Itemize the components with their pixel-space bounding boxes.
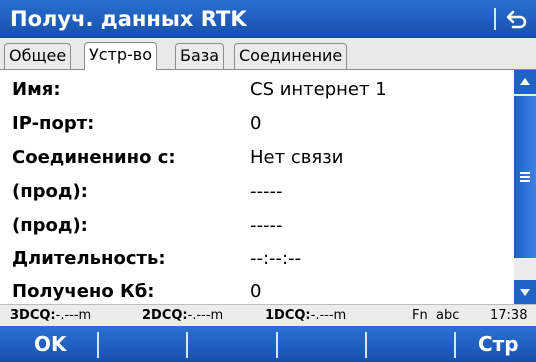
- arrow-up-icon: [520, 78, 530, 85]
- dcq1-indicator: 1DCQ:-.---m: [265, 306, 346, 326]
- field-value: 0: [250, 113, 262, 134]
- dcq3-value: -.---m: [55, 308, 92, 323]
- field-value: --:--:--: [250, 248, 302, 269]
- field-row-connected-to: Соединенино с: Нет связи: [0, 142, 514, 174]
- scroll-down-button[interactable]: [514, 280, 536, 304]
- field-row-duration: Длительность: --:--:--: [0, 243, 514, 275]
- field-label: (прод):: [12, 181, 88, 202]
- softkey-divider: [454, 332, 456, 358]
- arrow-down-icon: [520, 289, 530, 296]
- dcq2-label: 2DCQ:: [142, 308, 188, 323]
- grip-line: [520, 176, 530, 178]
- field-label: Длительность:: [12, 248, 166, 269]
- tab-device[interactable]: Устр-во: [84, 42, 158, 70]
- dcq2-value: -.---m: [187, 308, 224, 323]
- softkey-divider: [365, 332, 367, 358]
- status-bar: 3DCQ:-.---m 2DCQ:-.---m 1DCQ:-.---m Fn a…: [0, 304, 536, 326]
- field-label: IP-порт:: [12, 113, 95, 134]
- field-label: (прод):: [12, 215, 88, 236]
- field-value: 0: [250, 281, 262, 302]
- vertical-scrollbar[interactable]: [514, 70, 536, 304]
- field-row-cont-1: (прод): -----: [0, 176, 514, 208]
- field-value: CS интернет 1: [250, 79, 387, 100]
- tab-base[interactable]: База: [175, 43, 225, 69]
- details-panel: Имя: CS интернет 1 IP-порт: 0 Соединенин…: [0, 70, 514, 304]
- field-label: Получено Кб:: [12, 281, 155, 302]
- return-arrow-icon[interactable]: [505, 8, 529, 30]
- field-row-ip-port: IP-порт: 0: [0, 108, 514, 140]
- field-row-cont-2: (прод): -----: [0, 210, 514, 242]
- title-divider: [494, 8, 496, 30]
- dcq1-label: 1DCQ:: [265, 308, 311, 323]
- grip-line: [520, 172, 530, 174]
- field-label: Имя:: [12, 79, 61, 100]
- field-value: Нет связи: [250, 147, 344, 168]
- scroll-up-button[interactable]: [514, 70, 536, 94]
- field-value: -----: [250, 215, 283, 236]
- page-button[interactable]: Стр: [478, 326, 519, 362]
- dcq3-indicator: 3DCQ:-.---m: [10, 306, 91, 326]
- field-label: Соединенино с:: [12, 147, 176, 168]
- dcq2-indicator: 2DCQ:-.---m: [142, 306, 223, 326]
- dcq1-value: -.---m: [310, 308, 347, 323]
- softkey-divider: [97, 332, 99, 358]
- grip-line: [520, 180, 530, 182]
- field-value: -----: [250, 181, 283, 202]
- tab-connection[interactable]: Соединение: [234, 43, 348, 69]
- softkey-divider: [186, 332, 188, 358]
- tab-general[interactable]: Общее: [4, 43, 72, 69]
- ok-button[interactable]: OK: [34, 326, 67, 362]
- tab-bar: Общее Устр-во База Соединение: [0, 38, 536, 70]
- clock: 17:38: [490, 308, 528, 323]
- dcq3-label: 3DCQ:: [10, 308, 56, 323]
- softkey-divider: [276, 332, 278, 358]
- field-row-name: Имя: CS интернет 1: [0, 74, 514, 106]
- input-mode: Fn abc: [412, 308, 460, 323]
- window-title: Получ. данных RTK: [10, 7, 247, 31]
- softkey-bar: OK Стр: [0, 326, 536, 362]
- title-bar: Получ. данных RTK: [0, 0, 536, 38]
- scroll-thumb[interactable]: [514, 96, 536, 258]
